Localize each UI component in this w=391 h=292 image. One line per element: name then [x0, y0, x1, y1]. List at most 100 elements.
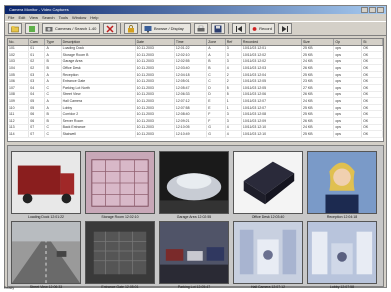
car-image[interactable] — [159, 151, 229, 214]
menu-file[interactable]: File — [8, 14, 14, 21]
table-cell: Loading Dock — [61, 45, 136, 53]
table-row[interactable]: 105 03 A Reception 10.11.2003 12:04:18 C 2 10/11… — [8, 71, 383, 79]
table-cell: OK — [361, 110, 383, 119]
table-cell: 12:05:01 — [174, 77, 208, 86]
lobby-image[interactable] — [307, 221, 377, 284]
browse-button[interactable]: Browse / Display — [141, 23, 191, 34]
table-cell: C — [44, 84, 62, 92]
table-row[interactable]: 101 01 A Loading Dock 10.11.2003 12:01:22 A 3 10… — [8, 45, 383, 53]
table-cell: 23 KB — [301, 77, 335, 86]
window-title: Camera Monitor - Video Captures — [9, 7, 69, 12]
table-row[interactable]: 108 04 C Street View 10.11.2003 12:06:33 D 5 10/… — [8, 91, 383, 99]
table-cell: 07 — [28, 130, 46, 138]
table-cell: 3 — [225, 45, 242, 53]
menu-view[interactable]: View — [29, 14, 38, 21]
table-cell: 10.11.2003 — [135, 104, 175, 112]
lock-button[interactable] — [124, 23, 138, 34]
table-cell: ops — [333, 71, 363, 79]
table-row[interactable]: 104 02 B Office Desk 10.11.2003 12:03:40 B 4 10/… — [8, 64, 383, 72]
table-cell: Hall Camera — [61, 97, 136, 105]
cameras-button[interactable]: Cameras / Search 1-40 — [42, 23, 100, 34]
table-cell: 02 — [28, 64, 46, 72]
table-cell: 12:10:49 — [174, 130, 208, 138]
thumbnail-caption: Loading Dock 12:01:22 — [28, 215, 64, 219]
laptop-image-graphic — [234, 152, 302, 213]
warehouse-image[interactable] — [85, 151, 155, 214]
record-button[interactable]: Record — [249, 23, 275, 34]
minimize-button[interactable] — [361, 7, 368, 13]
open-button[interactable] — [8, 23, 22, 34]
truck-image[interactable] — [11, 151, 81, 214]
table-cell: OK — [361, 71, 383, 79]
printer-icon — [197, 25, 205, 31]
table-cell: Stairwell — [61, 130, 136, 138]
table-cell: 07 — [28, 124, 46, 132]
table-cell: ops — [333, 84, 363, 92]
thumbnail-caption: Parking Lot 12:05:47 — [177, 285, 211, 289]
table-cell: Entrance Gate — [61, 77, 136, 86]
table-cell: 06 — [28, 110, 46, 119]
save-button[interactable] — [211, 23, 225, 34]
menu-tools[interactable]: Tools — [59, 14, 68, 21]
delete-button[interactable] — [103, 23, 117, 34]
table-cell: 12:07:58 — [174, 104, 208, 112]
table-cell: 10/11/03 12:07 — [241, 97, 303, 105]
table-cell: 10.11.2003 — [135, 124, 175, 132]
table-row[interactable]: 114 07 C Stairwell 10.11.2003 12:10:49 G 4 10/11… — [8, 130, 383, 138]
table-row[interactable]: 107 04 C Parking Lot North 10.11.2003 12:05:4… — [8, 84, 383, 92]
table-row[interactable]: 113 07 C Back Entrance 10.11.2003 12:10:05 G 4 1… — [8, 124, 383, 132]
table-row[interactable]: 102 01 A Storage Room B 10.11.2003 12:02:10 A 3… — [8, 51, 383, 59]
refresh-button[interactable] — [25, 23, 39, 34]
table-cell: 4 — [225, 64, 242, 72]
cameras-button-label: Cameras / Search 1-40 — [55, 26, 97, 31]
first-button[interactable] — [232, 23, 246, 34]
hall-image[interactable] — [233, 221, 303, 284]
table-cell: 10.11.2003 — [135, 110, 175, 119]
table-cell: 10.11.2003 — [135, 51, 175, 59]
laptop-image[interactable] — [233, 151, 303, 214]
table-cell: 103 — [8, 58, 30, 66]
warehouse-image-graphic — [86, 152, 154, 213]
maximize-button[interactable] — [369, 7, 376, 13]
person-image[interactable] — [307, 151, 377, 214]
parking-image[interactable] — [159, 221, 229, 284]
table-cell: OK — [361, 104, 383, 112]
table-row[interactable]: 106 03 A Entrance Gate 10.11.2003 12:05:01 C 2 1… — [8, 77, 383, 86]
table-cell: B — [44, 58, 62, 66]
thumbnail-caption: Garage Area 12:02:55 — [176, 215, 212, 219]
table-cell: E — [206, 97, 226, 105]
table-cell: OK — [361, 77, 383, 86]
table-cell: ops — [333, 77, 363, 86]
menu-help[interactable]: Help — [90, 14, 98, 21]
table-cell: 10/11/03 12:07 — [241, 104, 303, 112]
print-button[interactable] — [194, 23, 208, 34]
close-button[interactable] — [377, 7, 384, 13]
table-cell: 03 — [28, 71, 46, 79]
record-button-label: Record — [259, 26, 272, 31]
table-row[interactable]: 103 02 B Garage Area 10.11.2003 12:02:55 B 3 10/… — [8, 58, 383, 66]
table-row[interactable]: 111 06 B Corridor 2 10.11.2003 12:08:40 F 3 10/1… — [8, 110, 383, 119]
table-cell: D — [206, 91, 226, 99]
table-row[interactable]: 112 06 B Server Room 10.11.2003 12:09:21 F 3 10/… — [8, 117, 383, 125]
table-cell: C — [206, 71, 226, 79]
toolbar-separator — [120, 23, 121, 34]
menu-window[interactable]: Window — [72, 14, 86, 21]
table-cell: ops — [333, 104, 363, 112]
table-row[interactable]: 109 05 A Hall Camera 10.11.2003 12:07:12 E 1 10/… — [8, 97, 383, 105]
menu-search[interactable]: Search — [42, 14, 55, 21]
table-cell: D — [206, 84, 226, 92]
table-cell: 108 — [8, 91, 30, 99]
next-button[interactable] — [278, 23, 292, 34]
table-cell: Storage Room B — [61, 51, 136, 59]
table-cell: 24 KB — [301, 97, 335, 105]
table-row[interactable]: 110 05 A Lobby 10.11.2003 12:07:58 E 1 10/11/03 … — [8, 104, 383, 112]
table-cell: ops — [333, 58, 363, 66]
table-cell: 114 — [8, 130, 30, 138]
street-image[interactable] — [11, 221, 81, 284]
table-cell: Back Entrance — [61, 124, 136, 132]
table-cell: 02 — [28, 58, 46, 66]
camera-icon — [45, 26, 53, 31]
menu-edit[interactable]: Edit — [18, 14, 25, 21]
table-cell: 112 — [8, 117, 30, 125]
gate-image[interactable] — [85, 221, 155, 284]
